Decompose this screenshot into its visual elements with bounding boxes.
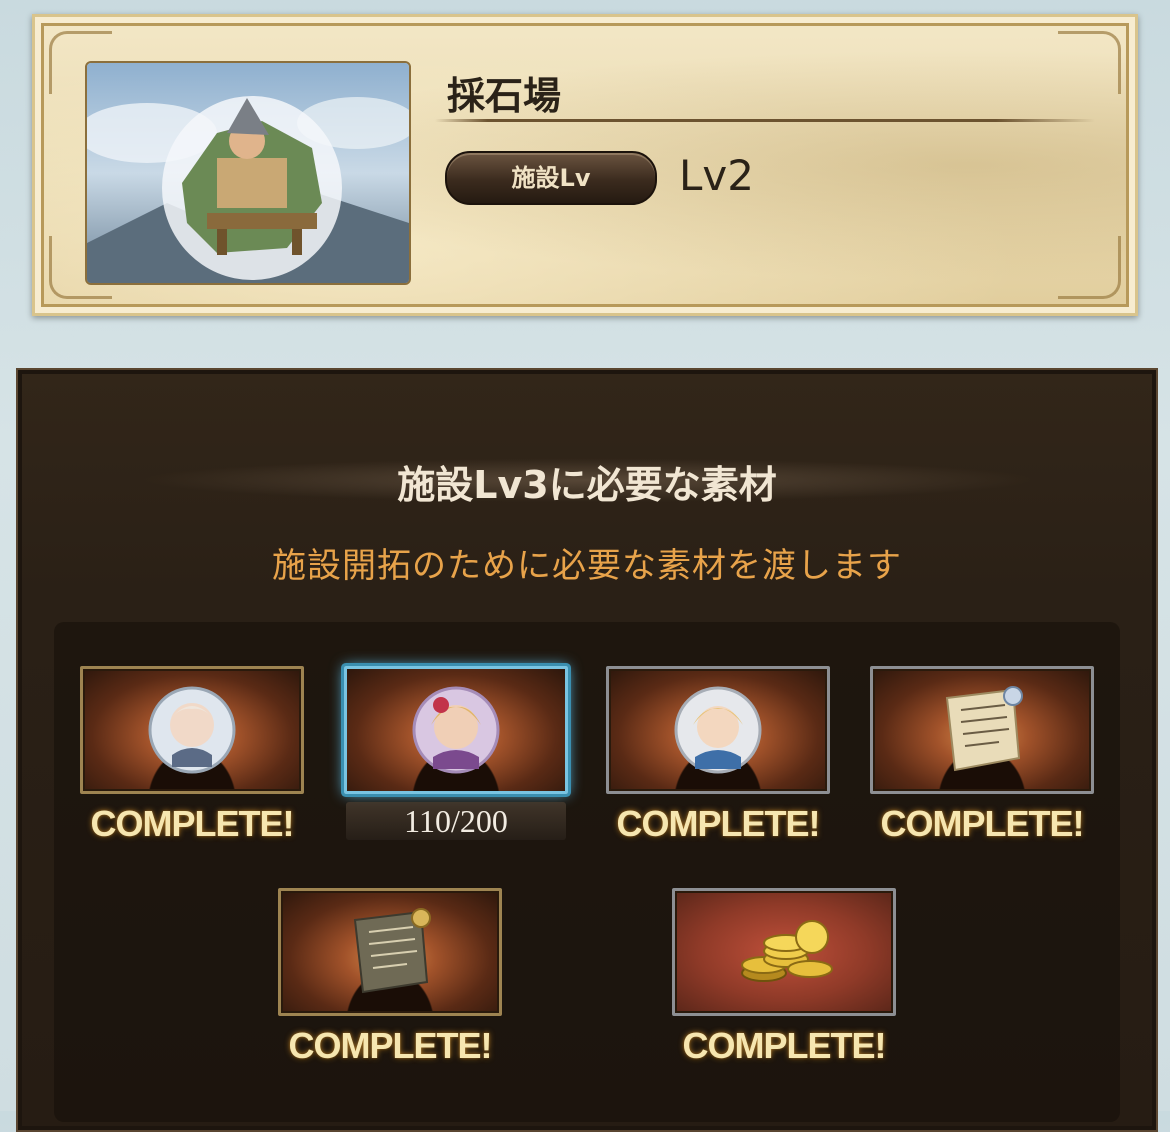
gold-coins-icon <box>741 920 833 982</box>
material-item-3[interactable] <box>606 666 830 794</box>
facility-level-value: Lv2 <box>679 151 754 200</box>
frame-corner-ornament <box>1058 31 1121 94</box>
material-item-4[interactable] <box>870 666 1094 794</box>
material-item-2[interactable] <box>344 666 568 794</box>
material-status-complete: COMPLETE! <box>682 1025 887 1066</box>
material-status-complete: COMPLETE! <box>90 803 295 844</box>
material-status-complete: COMPLETE! <box>288 1025 493 1066</box>
material-item-6[interactable] <box>672 888 896 1016</box>
materials-grid: COMPLETE! 110/200 COMPLETE! COMPLETE! CO… <box>54 622 1120 1122</box>
frame-corner-ornament <box>1058 236 1121 299</box>
character-orb-icon <box>412 686 500 774</box>
facility-name: 採石場 <box>447 74 562 118</box>
material-status-complete: COMPLETE! <box>616 803 821 844</box>
scroll-document-icon <box>353 908 431 994</box>
material-progress-count: 110/200 <box>346 802 566 840</box>
materials-subtitle: 施設開拓のために必要な素材を渡します <box>272 546 902 586</box>
facility-level-badge: 施設Lv <box>445 151 657 205</box>
material-item-1[interactable] <box>80 666 304 794</box>
title-divider <box>435 119 1095 122</box>
materials-title: 施設Lv3に必要な素材 <box>397 463 777 507</box>
facility-thumbnail <box>85 61 411 285</box>
facility-card: 採石場 施設Lv Lv2 <box>32 14 1138 316</box>
character-orb-icon <box>674 686 762 774</box>
material-status-complete: COMPLETE! <box>880 803 1085 844</box>
materials-panel: 施設Lv3に必要な素材 施設開拓のために必要な素材を渡します COMPLETE!… <box>16 368 1158 1132</box>
scroll-document-icon <box>945 686 1023 772</box>
material-item-5[interactable] <box>278 888 502 1016</box>
character-orb-icon <box>148 686 236 774</box>
